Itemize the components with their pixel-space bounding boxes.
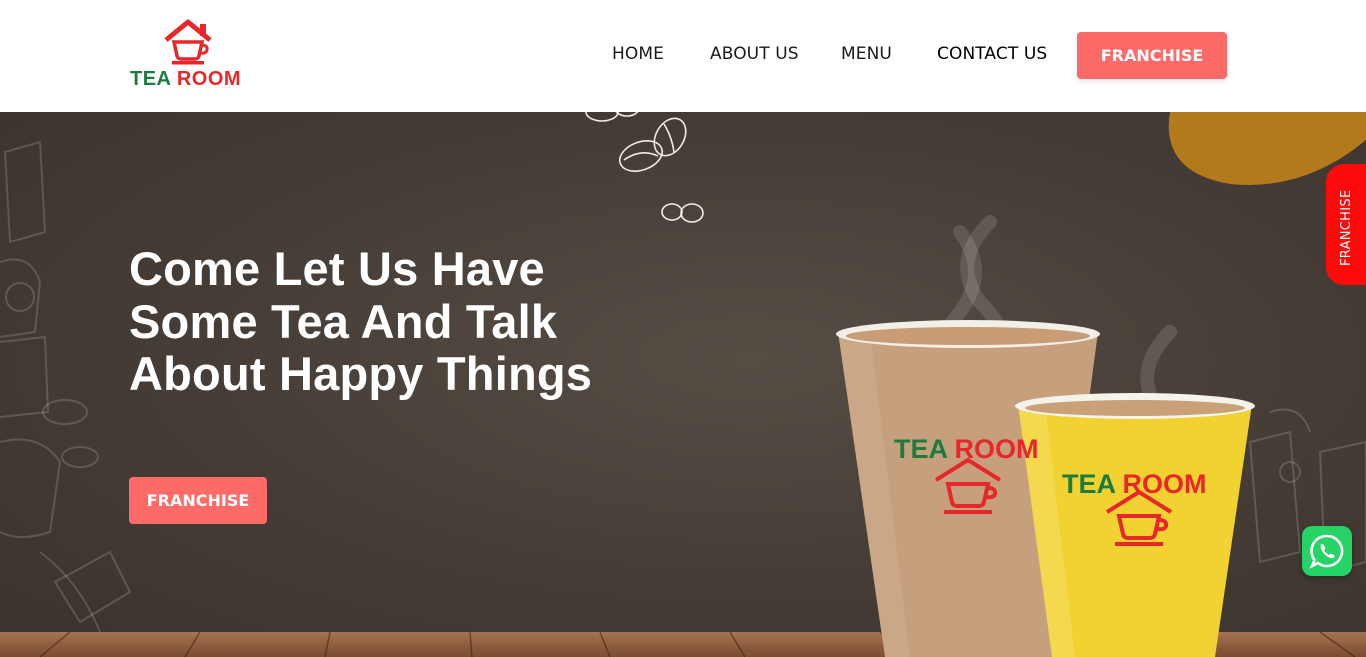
whatsapp-button[interactable] — [1302, 526, 1352, 576]
logo-word-room: ROOM — [176, 68, 242, 90]
side-franchise-tab[interactable]: FRANCHISE — [1326, 164, 1366, 285]
logo-word-tea: TEA — [130, 68, 171, 90]
nav-home[interactable]: HOME — [612, 44, 664, 64]
hero-section: Come Let Us Have Some Tea And Talk About… — [0, 112, 1366, 657]
side-tab-label: FRANCHISE — [1339, 189, 1354, 266]
franchise-button-header[interactable]: FRANCHISE — [1077, 32, 1227, 79]
cup-brand-label: TEA ROOM — [894, 434, 1039, 464]
house-cup-icon — [164, 19, 212, 65]
nav-contact-us[interactable]: CONTACT US — [937, 44, 1047, 64]
cup-brand-label: TEA ROOM — [1062, 469, 1207, 499]
site-header: TEA ROOM HOME ABOUT US MENU CONTACT US F… — [0, 0, 1366, 112]
tea-cups-image: TEA ROOM TEA ROOM — [830, 312, 1270, 657]
franchise-button-hero[interactable]: FRANCHISE — [129, 477, 267, 524]
logo[interactable]: TEA ROOM — [130, 18, 250, 92]
whatsapp-icon — [1309, 534, 1344, 569]
hero-title: Come Let Us Have Some Tea And Talk About… — [129, 242, 593, 400]
nav-menu[interactable]: MENU — [841, 44, 892, 64]
logo-wordmark: TEA ROOM — [130, 68, 250, 91]
nav-about-us[interactable]: ABOUT US — [710, 44, 799, 64]
